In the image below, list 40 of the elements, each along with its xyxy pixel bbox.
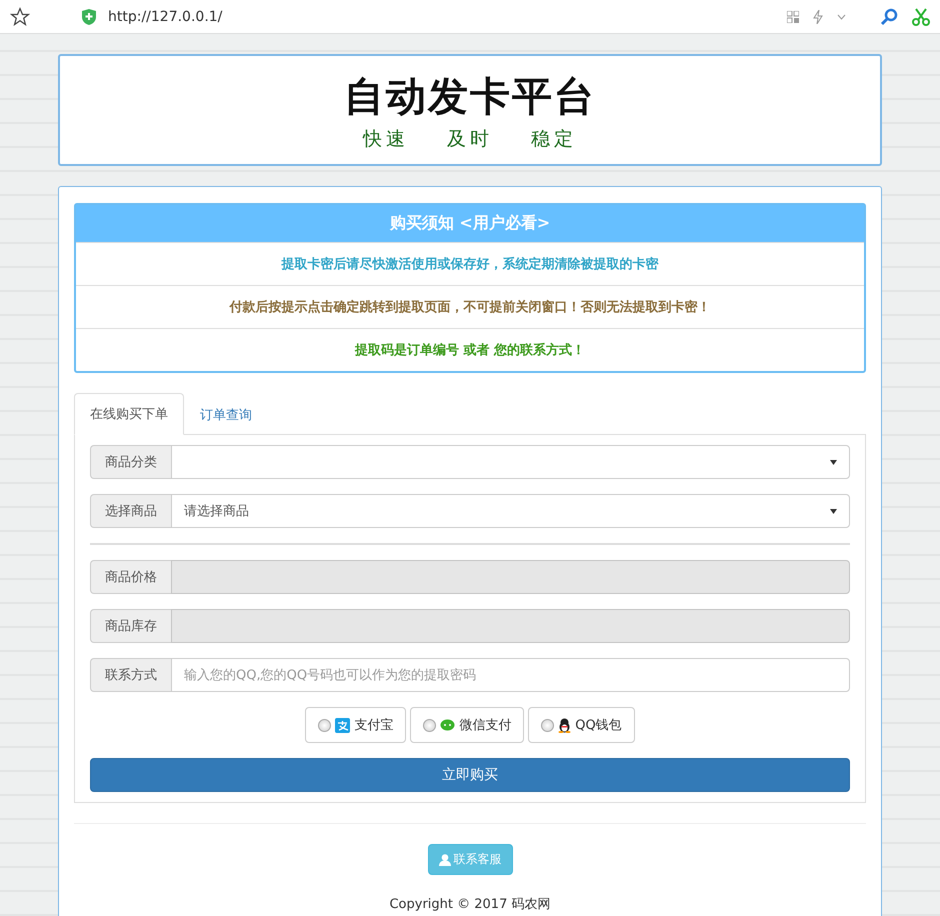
select-field[interactable] bbox=[171, 445, 850, 479]
input-field[interactable]: 输入您的QQ,您的QQ号码也可以作为您的提取密码 bbox=[171, 658, 850, 692]
shield-icon bbox=[82, 8, 96, 24]
field-label: 选择商品 bbox=[90, 494, 171, 528]
payment-option[interactable]: QQ钱包 bbox=[528, 707, 635, 743]
scissors-icon[interactable] bbox=[912, 8, 930, 26]
field-label: 商品价格 bbox=[90, 560, 171, 594]
site-title: 自动发卡平台 bbox=[344, 72, 596, 122]
address-bar-url[interactable]: http://127.0.0.1/ bbox=[108, 8, 222, 24]
notice-line: 付款后按提示点击确定跳转到提取页面，不可提前关闭窗口！否则无法提取到卡密！ bbox=[76, 285, 864, 328]
chevron-down-icon[interactable] bbox=[837, 14, 846, 20]
field-label: 商品库存 bbox=[90, 609, 171, 643]
copyright-text: Copyright © 2017 码农网 bbox=[389, 896, 550, 913]
notice-line: 提取码是订单编号 或者 您的联系方式！ bbox=[76, 328, 864, 371]
notice-title: 购买须知 <用户必看> bbox=[76, 205, 864, 242]
lightning-icon[interactable] bbox=[813, 10, 823, 24]
chat-bubble-icon bbox=[440, 718, 456, 732]
radio-button[interactable] bbox=[423, 718, 436, 732]
notice-line: 提取卡密后请尽快激活使用或保存好，系统定期清除被提取的卡密 bbox=[76, 242, 864, 285]
tab[interactable]: 在线购买下单 bbox=[74, 393, 184, 435]
search-icon[interactable] bbox=[880, 8, 898, 26]
star-icon[interactable] bbox=[10, 6, 30, 26]
tab[interactable]: 订单查询 bbox=[184, 393, 268, 435]
caret-icon bbox=[830, 460, 837, 464]
wallet-icon bbox=[335, 718, 350, 732]
caret-icon bbox=[830, 508, 837, 514]
radio-button[interactable] bbox=[541, 718, 554, 732]
payment-option[interactable]: 支付宝 bbox=[305, 707, 406, 743]
select-field[interactable]: 请选择商品 bbox=[171, 494, 850, 528]
penguin-icon bbox=[558, 718, 572, 732]
qr-code-icon[interactable] bbox=[787, 10, 799, 22]
slogan: 快速 bbox=[363, 126, 409, 152]
field-label: 联系方式 bbox=[90, 658, 171, 692]
radio-button[interactable] bbox=[318, 718, 332, 732]
user-icon bbox=[438, 854, 450, 866]
slogan: 及时 bbox=[447, 126, 493, 152]
field-label: 商品分类 bbox=[90, 445, 171, 479]
buy-now-button[interactable]: 立即购买 bbox=[90, 758, 850, 792]
slogan: 稳定 bbox=[531, 126, 577, 152]
payment-option[interactable]: 微信支付 bbox=[410, 707, 524, 743]
